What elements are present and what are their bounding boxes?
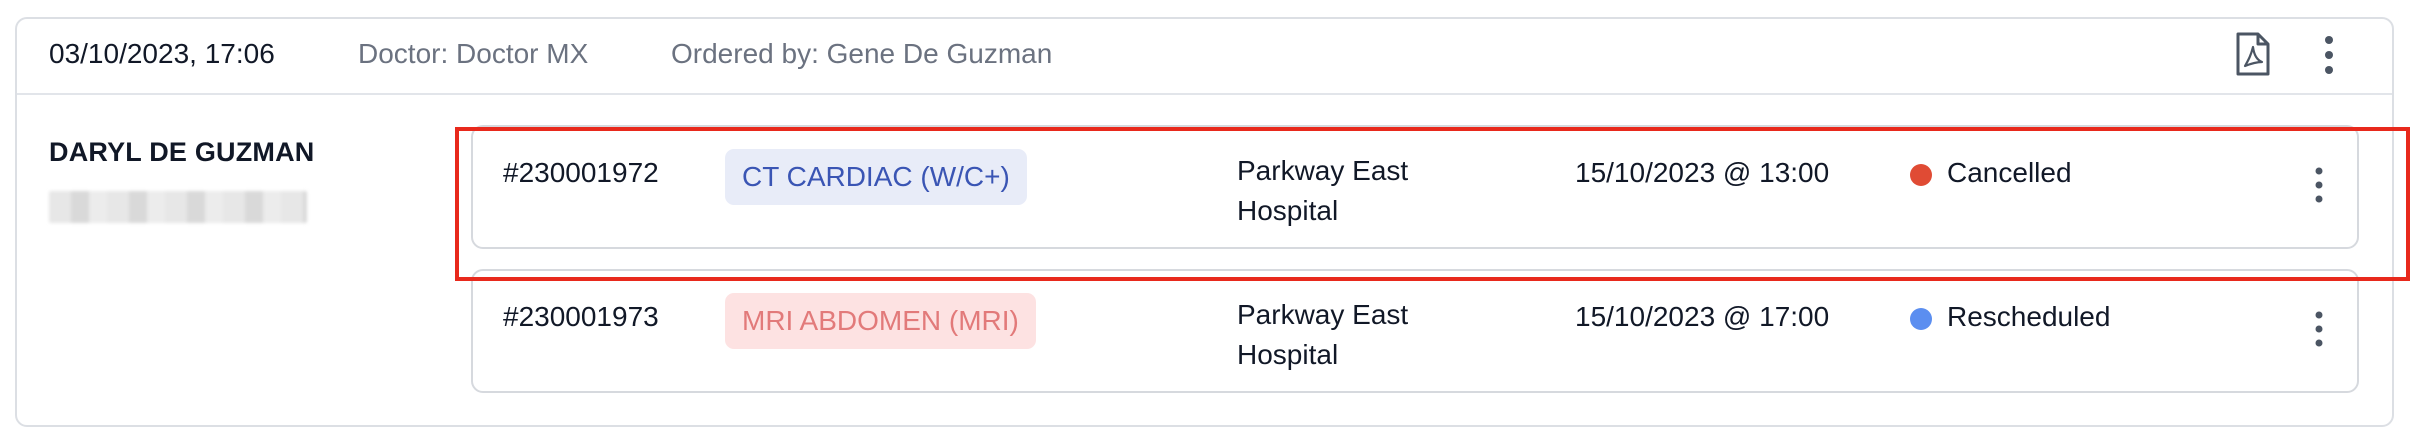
row-more-icon[interactable] [2309,309,2329,349]
header-more-icon[interactable] [2317,33,2341,77]
status-label: Cancelled [1947,157,2072,188]
appointment-datetime: 15/10/2023 @ 17:00 [1575,301,1830,332]
order-number: #230001973 [503,301,659,332]
location-line-2: Hospital [1237,195,1339,226]
order-number: #230001972 [503,157,659,188]
order-row[interactable]: #230001973 MRI ABDOMEN (MRI) Parkway Eas… [471,269,2359,393]
status-dot-icon [1910,164,1932,186]
status-dot-icon [1910,308,1932,330]
order-card: 03/10/2023, 17:06 Doctor: Doctor MX Orde… [15,17,2410,427]
order-datetime: 03/10/2023, 17:06 [49,38,275,69]
row-more-icon[interactable] [2309,165,2329,205]
location-line-1: Parkway East [1237,299,1409,330]
pdf-icon[interactable] [2233,31,2273,77]
doctor-name: Doctor: Doctor MX [358,38,589,69]
ordered-by: Ordered by: Gene De Guzman [671,38,1053,69]
order-location: Parkway East Hospital [1237,295,1477,375]
appointment-datetime: 15/10/2023 @ 13:00 [1575,157,1830,188]
location-line-1: Parkway East [1237,155,1409,186]
procedure-tag: CT CARDIAC (W/C+) [725,149,1027,205]
order-row[interactable]: #230001972 CT CARDIAC (W/C+) Parkway Eas… [471,125,2359,249]
order-location: Parkway East Hospital [1237,151,1477,231]
patient-id-redacted [49,191,307,223]
procedure-tag: MRI ABDOMEN (MRI) [725,293,1036,349]
order-card-header: 03/10/2023, 17:06 Doctor: Doctor MX Orde… [17,19,2392,95]
patient-name: DARYL DE GUZMAN [49,137,315,167]
location-line-2: Hospital [1237,339,1339,370]
status-label: Rescheduled [1947,301,2111,332]
